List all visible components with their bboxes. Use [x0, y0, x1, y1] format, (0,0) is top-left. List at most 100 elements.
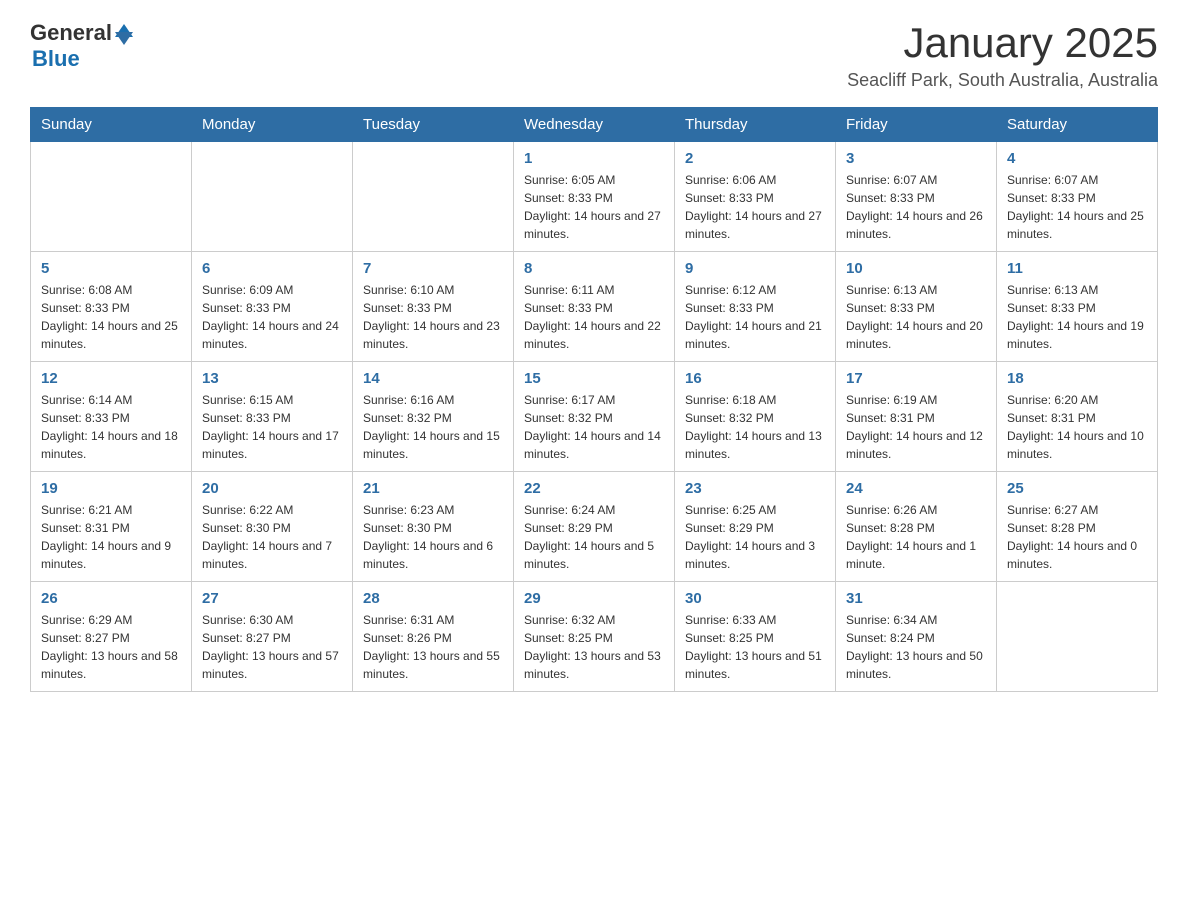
header-monday: Monday — [192, 108, 353, 142]
header-wednesday: Wednesday — [514, 108, 675, 142]
day-number: 4 — [1007, 150, 1147, 167]
table-row: 3 Sunrise: 6:07 AM Sunset: 8:33 PM Daylig… — [836, 142, 997, 252]
table-row: 14 Sunrise: 6:16 AM Sunset: 8:32 PM Dayli… — [353, 362, 514, 472]
table-row: 20Sunrise: 6:22 AM Sunset: 8:30 PM Dayli… — [192, 472, 353, 582]
day-number: 24 — [846, 480, 986, 497]
table-row: 28Sunrise: 6:31 AM Sunset: 8:26 PM Dayli… — [353, 582, 514, 692]
day-info: Sunrise: 6:25 AM Sunset: 8:29 PM Dayligh… — [685, 501, 825, 573]
day-number: 25 — [1007, 480, 1147, 497]
day-number: 31 — [846, 590, 986, 607]
day-info: Sunrise: 6:05 AM Sunset: 8:33 PM Dayligh… — [524, 171, 664, 243]
table-row: 30Sunrise: 6:33 AM Sunset: 8:25 PM Dayli… — [675, 582, 836, 692]
table-row: 6 Sunrise: 6:09 AM Sunset: 8:33 PM Daylig… — [192, 252, 353, 362]
day-number: 15 — [524, 370, 664, 387]
table-row: 2 Sunrise: 6:06 AM Sunset: 8:33 PM Daylig… — [675, 142, 836, 252]
day-number: 28 — [363, 590, 503, 607]
day-info: Sunrise: 6:29 AM Sunset: 8:27 PM Dayligh… — [41, 611, 181, 683]
calendar-week-row: 19 Sunrise: 6:21 AM Sunset: 8:31 PM Dayli… — [31, 472, 1158, 582]
day-number: 29 — [524, 590, 664, 607]
day-info: Sunrise: 6:12 AM Sunset: 8:33 PM Dayligh… — [685, 281, 825, 353]
header-saturday: Saturday — [997, 108, 1158, 142]
day-number: 16 — [685, 370, 825, 387]
day-info: Sunrise: 6:09 AM Sunset: 8:33 PM Dayligh… — [202, 281, 342, 353]
table-row: 7Sunrise: 6:10 AM Sunset: 8:33 PM Daylig… — [353, 252, 514, 362]
day-number: 18 — [1007, 370, 1147, 387]
table-row: 13 Sunrise: 6:15 AM Sunset: 8:33 PM Dayli… — [192, 362, 353, 472]
calendar-week-row: 26 Sunrise: 6:29 AM Sunset: 8:27 PM Dayli… — [31, 582, 1158, 692]
day-info: Sunrise: 6:06 AM Sunset: 8:33 PM Dayligh… — [685, 171, 825, 243]
calendar-week-row: 1 Sunrise: 6:05 AM Sunset: 8:33 PM Daylig… — [31, 142, 1158, 252]
table-row: 5 Sunrise: 6:08 AM Sunset: 8:33 PM Daylig… — [31, 252, 192, 362]
day-info: Sunrise: 6:21 AM Sunset: 8:31 PM Dayligh… — [41, 501, 181, 573]
header-tuesday: Tuesday — [353, 108, 514, 142]
logo: General Blue — [30, 20, 133, 72]
table-row — [353, 142, 514, 252]
day-number: 10 — [846, 260, 986, 277]
day-info: Sunrise: 6:10 AM Sunset: 8:33 PM Dayligh… — [363, 281, 503, 353]
table-row: 4Sunrise: 6:07 AM Sunset: 8:33 PM Daylig… — [997, 142, 1158, 252]
table-row: 10 Sunrise: 6:13 AM Sunset: 8:33 PM Dayli… — [836, 252, 997, 362]
table-row: 8 Sunrise: 6:11 AM Sunset: 8:33 PM Daylig… — [514, 252, 675, 362]
page-header: General Blue January 2025 Seacliff Park,… — [30, 20, 1158, 91]
day-info: Sunrise: 6:15 AM Sunset: 8:33 PM Dayligh… — [202, 391, 342, 463]
day-number: 27 — [202, 590, 342, 607]
day-number: 2 — [685, 150, 825, 167]
day-number: 19 — [41, 480, 181, 497]
day-info: Sunrise: 6:14 AM Sunset: 8:33 PM Dayligh… — [41, 391, 181, 463]
day-info: Sunrise: 6:13 AM Sunset: 8:33 PM Dayligh… — [846, 281, 986, 353]
day-number: 3 — [846, 150, 986, 167]
header-friday: Friday — [836, 108, 997, 142]
table-row: 22 Sunrise: 6:24 AM Sunset: 8:29 PM Dayli… — [514, 472, 675, 582]
calendar-table: Sunday Monday Tuesday Wednesday Thursday… — [30, 107, 1158, 692]
day-info: Sunrise: 6:30 AM Sunset: 8:27 PM Dayligh… — [202, 611, 342, 683]
day-number: 22 — [524, 480, 664, 497]
day-number: 17 — [846, 370, 986, 387]
table-row: 29 Sunrise: 6:32 AM Sunset: 8:25 PM Dayli… — [514, 582, 675, 692]
calendar-header-row: Sunday Monday Tuesday Wednesday Thursday… — [31, 108, 1158, 142]
header-thursday: Thursday — [675, 108, 836, 142]
day-info: Sunrise: 6:24 AM Sunset: 8:29 PM Dayligh… — [524, 501, 664, 573]
day-number: 14 — [363, 370, 503, 387]
day-number: 13 — [202, 370, 342, 387]
day-number: 6 — [202, 260, 342, 277]
day-info: Sunrise: 6:13 AM Sunset: 8:33 PM Dayligh… — [1007, 281, 1147, 353]
day-number: 26 — [41, 590, 181, 607]
day-number: 8 — [524, 260, 664, 277]
table-row: 11Sunrise: 6:13 AM Sunset: 8:33 PM Dayli… — [997, 252, 1158, 362]
table-row: 26 Sunrise: 6:29 AM Sunset: 8:27 PM Dayli… — [31, 582, 192, 692]
table-row: 24 Sunrise: 6:26 AM Sunset: 8:28 PM Dayli… — [836, 472, 997, 582]
table-row: 23Sunrise: 6:25 AM Sunset: 8:29 PM Dayli… — [675, 472, 836, 582]
day-number: 1 — [524, 150, 664, 167]
day-info: Sunrise: 6:17 AM Sunset: 8:32 PM Dayligh… — [524, 391, 664, 463]
day-number: 20 — [202, 480, 342, 497]
day-info: Sunrise: 6:18 AM Sunset: 8:32 PM Dayligh… — [685, 391, 825, 463]
calendar-week-row: 5 Sunrise: 6:08 AM Sunset: 8:33 PM Daylig… — [31, 252, 1158, 362]
day-number: 30 — [685, 590, 825, 607]
table-row: 18 Sunrise: 6:20 AM Sunset: 8:31 PM Dayli… — [997, 362, 1158, 472]
table-row: 19 Sunrise: 6:21 AM Sunset: 8:31 PM Dayli… — [31, 472, 192, 582]
day-info: Sunrise: 6:19 AM Sunset: 8:31 PM Dayligh… — [846, 391, 986, 463]
day-info: Sunrise: 6:32 AM Sunset: 8:25 PM Dayligh… — [524, 611, 664, 683]
table-row: 31 Sunrise: 6:34 AM Sunset: 8:24 PM Dayli… — [836, 582, 997, 692]
logo-text-blue: Blue — [32, 46, 80, 72]
day-info: Sunrise: 6:34 AM Sunset: 8:24 PM Dayligh… — [846, 611, 986, 683]
day-info: Sunrise: 6:27 AM Sunset: 8:28 PM Dayligh… — [1007, 501, 1147, 573]
day-info: Sunrise: 6:16 AM Sunset: 8:32 PM Dayligh… — [363, 391, 503, 463]
month-title: January 2025 — [847, 20, 1158, 66]
day-info: Sunrise: 6:07 AM Sunset: 8:33 PM Dayligh… — [846, 171, 986, 243]
day-number: 5 — [41, 260, 181, 277]
logo-text-general: General — [30, 20, 112, 46]
header-sunday: Sunday — [31, 108, 192, 142]
table-row: 12 Sunrise: 6:14 AM Sunset: 8:33 PM Dayli… — [31, 362, 192, 472]
day-info: Sunrise: 6:11 AM Sunset: 8:33 PM Dayligh… — [524, 281, 664, 353]
location-subtitle: Seacliff Park, South Australia, Australi… — [847, 70, 1158, 91]
day-info: Sunrise: 6:20 AM Sunset: 8:31 PM Dayligh… — [1007, 391, 1147, 463]
day-number: 12 — [41, 370, 181, 387]
table-row: 1 Sunrise: 6:05 AM Sunset: 8:33 PM Daylig… — [514, 142, 675, 252]
day-info: Sunrise: 6:23 AM Sunset: 8:30 PM Dayligh… — [363, 501, 503, 573]
day-info: Sunrise: 6:26 AM Sunset: 8:28 PM Dayligh… — [846, 501, 986, 573]
title-block: January 2025 Seacliff Park, South Austra… — [847, 20, 1158, 91]
day-info: Sunrise: 6:08 AM Sunset: 8:33 PM Dayligh… — [41, 281, 181, 353]
table-row: 21Sunrise: 6:23 AM Sunset: 8:30 PM Dayli… — [353, 472, 514, 582]
table-row — [31, 142, 192, 252]
